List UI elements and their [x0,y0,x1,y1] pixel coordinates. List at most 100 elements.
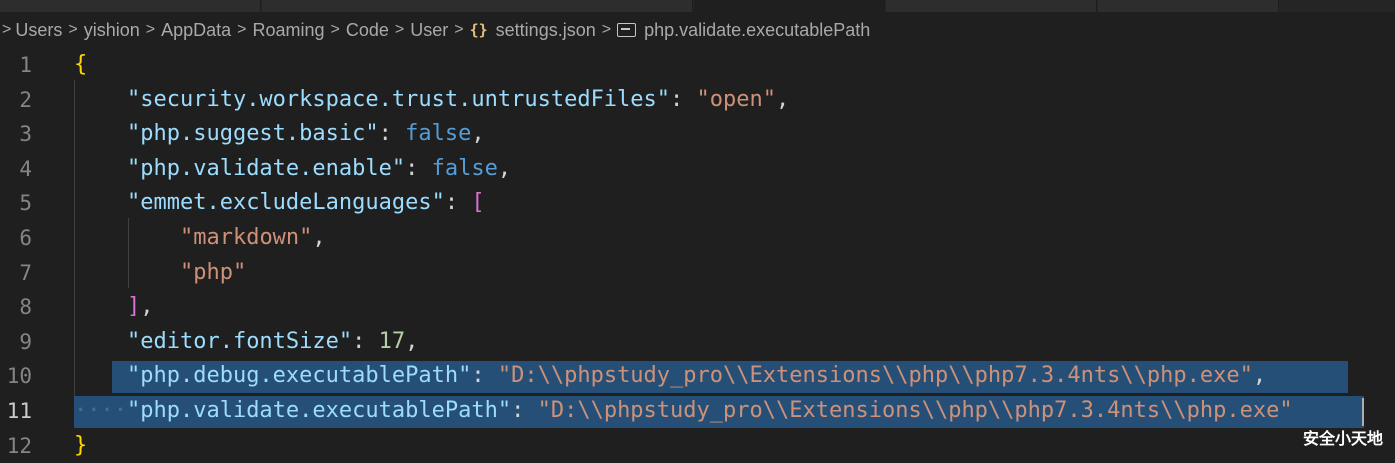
code-token: : [511,398,538,423]
code-text: "php.debug.executablePath": "D:\\phpstud… [74,359,1266,394]
breadcrumb-file-label: settings.json [495,19,596,40]
line-number: 3 [19,122,32,147]
code-token: [ [471,190,485,216]
code-token: } [74,432,88,458]
breadcrumb-item-appdata[interactable]: AppData [161,20,231,41]
code-token: "php.suggest.basic" [126,121,379,147]
line-number: 1 [19,53,32,77]
code-line[interactable]: 4 "php.validate.enable": false, [0,152,1395,187]
code-line[interactable]: 6 "markdown", [0,221,1395,256]
chevron-right-icon: > [68,21,78,38]
chevron-right-icon: > [394,21,405,38]
code-token: ] [126,294,141,320]
chevron-right-icon: > [454,21,464,38]
editor-tab[interactable] [1098,0,1279,12]
breadcrumb-item-symbol[interactable]: php.validate.executablePath [617,20,870,41]
code-text: "php.validate.enable": false, [74,152,511,187]
code-token: , [776,86,790,112]
code-token: 17 [378,328,406,354]
code-token: : [405,155,432,181]
line-number: 2 [19,87,32,112]
code-token: "php.debug.executablePath" [126,363,472,389]
code-line[interactable]: 12} [0,429,1395,463]
breadcrumb-symbol-label: php.validate.executablePath [644,19,871,40]
line-number: 6 [19,226,32,250]
code-text: ····"php.validate.executablePath": "D:\\… [74,394,1293,429]
code-token: "D:\\phpstudy_pro\\Extensions\\php\\php7… [497,363,1253,389]
code-token: "php" [179,259,247,285]
code-line[interactable]: 2 "security.workspace.trust.untrustedFil… [0,83,1395,118]
code-text: "php" [74,256,246,291]
code-token: : [670,86,697,112]
line-number: 12 [6,433,32,458]
chevron-right-icon: > [330,21,340,38]
code-line[interactable]: 11 ····"php.validate.executablePath": "D:… [0,394,1395,429]
editor-tab-active[interactable] [694,0,885,12]
code-token: "D:\\phpstudy_pro\\Extensions\\php\\php7… [537,398,1293,423]
chevron-right-icon: > [2,21,12,38]
code-line[interactable]: 8 ], [0,290,1395,325]
breadcrumb: > Users > yishion > AppData > Roaming > … [0,12,1395,48]
code-token: : [352,328,379,354]
code-token: false [431,155,498,181]
property-icon [617,23,637,37]
breadcrumb-item-code[interactable]: Code [346,20,389,41]
code-token: "php.validate.enable" [126,155,406,181]
editor-tab[interactable] [262,0,693,12]
breadcrumb-item-users[interactable]: Users [15,20,62,41]
line-number: 4 [19,156,32,181]
code-token: , [405,328,419,354]
tab-strip [0,0,1395,12]
code-text: "php.suggest.basic": false, [74,117,485,152]
code-token: "editor.fontSize" [126,328,353,354]
breadcrumb-item-roaming[interactable]: Roaming [252,20,324,41]
code-line[interactable]: 3 "php.suggest.basic": false, [0,117,1395,152]
line-number: 11 [6,399,32,423]
line-number: 7 [19,260,32,285]
code-line[interactable]: 1{ [0,48,1395,83]
code-token: , [471,121,485,147]
code-line[interactable]: 7 "php" [0,256,1395,291]
code-text: "emmet.excludeLanguages": [ [74,186,485,221]
code-editor[interactable]: 1{2 "security.workspace.trust.untrustedF… [0,48,1395,459]
chevron-right-icon: > [237,21,247,38]
code-token: "emmet.excludeLanguages" [126,190,445,216]
line-number: 5 [19,191,32,216]
code-token: false [405,121,472,147]
code-token: , [497,155,512,181]
breadcrumb-item-yishion[interactable]: yishion [84,20,140,41]
code-token: , [140,294,154,320]
chevron-right-icon: > [601,21,612,38]
code-token: "security.workspace.trust.untrustedFiles… [126,86,671,112]
code-token: , [1252,363,1267,389]
code-token: { [74,52,88,77]
code-token: , [312,225,326,250]
editor-tab[interactable] [886,0,1097,12]
code-text: "markdown", [74,221,326,256]
code-token: "markdown" [179,225,313,250]
code-text: { [74,48,87,83]
code-line[interactable]: 9 "editor.fontSize": 17, [0,325,1395,360]
code-line[interactable]: 5 "emmet.excludeLanguages": [ [0,186,1395,221]
code-token: : [444,190,472,216]
editor-tab[interactable] [0,0,261,12]
code-text: ], [74,290,154,325]
text-cursor [1362,398,1364,426]
code-token: "open" [696,86,777,112]
line-number: 9 [19,329,32,354]
chevron-right-icon: > [145,21,156,38]
line-number: 8 [19,295,32,320]
breadcrumb-item-user[interactable]: User [410,20,448,41]
code-line[interactable]: 10 "php.debug.executablePath": "D:\\phps… [0,359,1395,394]
breadcrumb-item-settings-json[interactable]: {} settings.json [470,20,596,41]
code-token: : [471,363,498,389]
json-braces-icon: {} [469,21,488,39]
